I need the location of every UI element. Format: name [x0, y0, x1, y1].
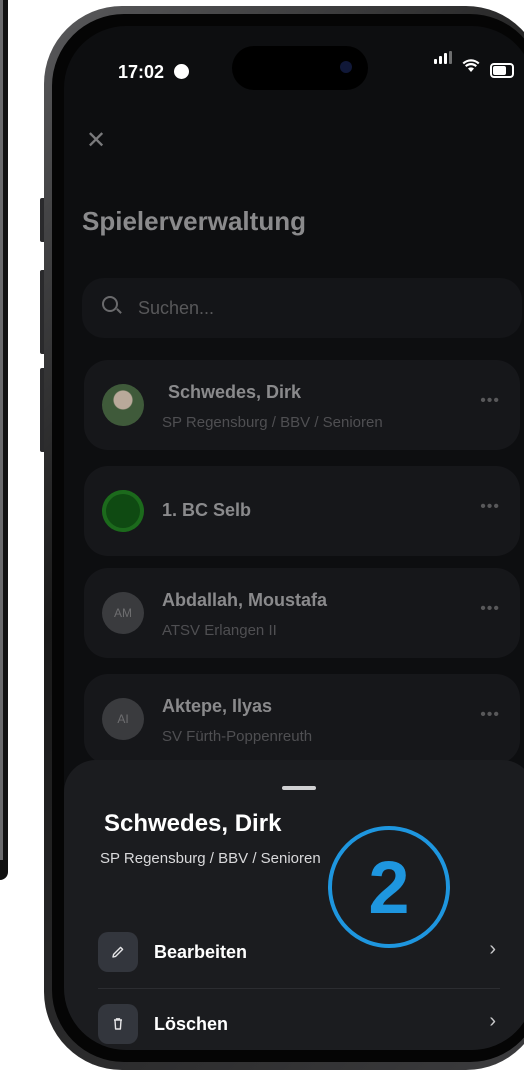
player-name: Abdallah, Moustafa	[162, 590, 328, 610]
player-name: Schwedes, Dirk	[168, 382, 302, 402]
search-placeholder: Suchen...	[138, 298, 215, 318]
previous-device-edge	[0, 0, 8, 880]
chevron-right-icon: ›	[489, 1010, 496, 1032]
more-icon[interactable]: •••	[480, 498, 500, 516]
edit-button[interactable]: Bearbeiten ›	[98, 924, 500, 980]
player-name: 1. BC Selb	[162, 500, 252, 520]
chevron-right-icon: ›	[489, 938, 496, 960]
player-club: SP Regensburg / BBV / Senioren	[162, 414, 383, 431]
search-icon	[102, 296, 118, 312]
player-club: ATSV Erlangen II	[162, 622, 277, 639]
edit-label: Bearbeiten	[154, 942, 248, 962]
more-icon[interactable]: •••	[480, 600, 500, 618]
pencil-icon	[98, 932, 138, 972]
trash-icon	[98, 1004, 138, 1044]
player-club: SV Fürth-Poppenreuth	[162, 728, 313, 745]
delete-label: Löschen	[154, 1014, 229, 1034]
search-field[interactable]: Suchen...	[82, 278, 522, 338]
phone-screen: 17:02 ✕ Spielerverwaltung Suchen... Schw…	[64, 26, 524, 1050]
player-card[interactable]: AI Aktepe, Ilyas SV Fürth-Poppenreuth ••…	[84, 674, 520, 764]
player-card[interactable]: AM Abdallah, Moustafa ATSV Erlangen II •…	[84, 568, 520, 658]
step-number-badge: 2	[328, 826, 450, 948]
sheet-subtitle: SP Regensburg / BBV / Senioren	[100, 850, 321, 867]
avatar	[102, 384, 144, 426]
sheet-handle[interactable]	[282, 786, 316, 790]
avatar: AM	[102, 592, 144, 634]
delete-button[interactable]: Löschen ›	[98, 996, 500, 1050]
more-icon[interactable]: •••	[480, 392, 500, 410]
player-card[interactable]: Schwedes, Dirk SP Regensburg / BBV / Sen…	[84, 360, 520, 450]
club-logo	[102, 490, 144, 532]
player-name: Aktepe, Ilyas	[162, 696, 273, 716]
avatar: AI	[102, 698, 144, 740]
action-sheet: Schwedes, Dirk SP Regensburg / BBV / Sen…	[64, 760, 524, 1050]
close-icon[interactable]: ✕	[86, 126, 106, 155]
divider	[98, 988, 500, 989]
player-card[interactable]: 1. BC Selb •••	[84, 466, 520, 556]
page-title: Spielerverwaltung	[82, 206, 306, 236]
sheet-title: Schwedes, Dirk	[104, 810, 282, 837]
more-icon[interactable]: •••	[480, 706, 500, 724]
